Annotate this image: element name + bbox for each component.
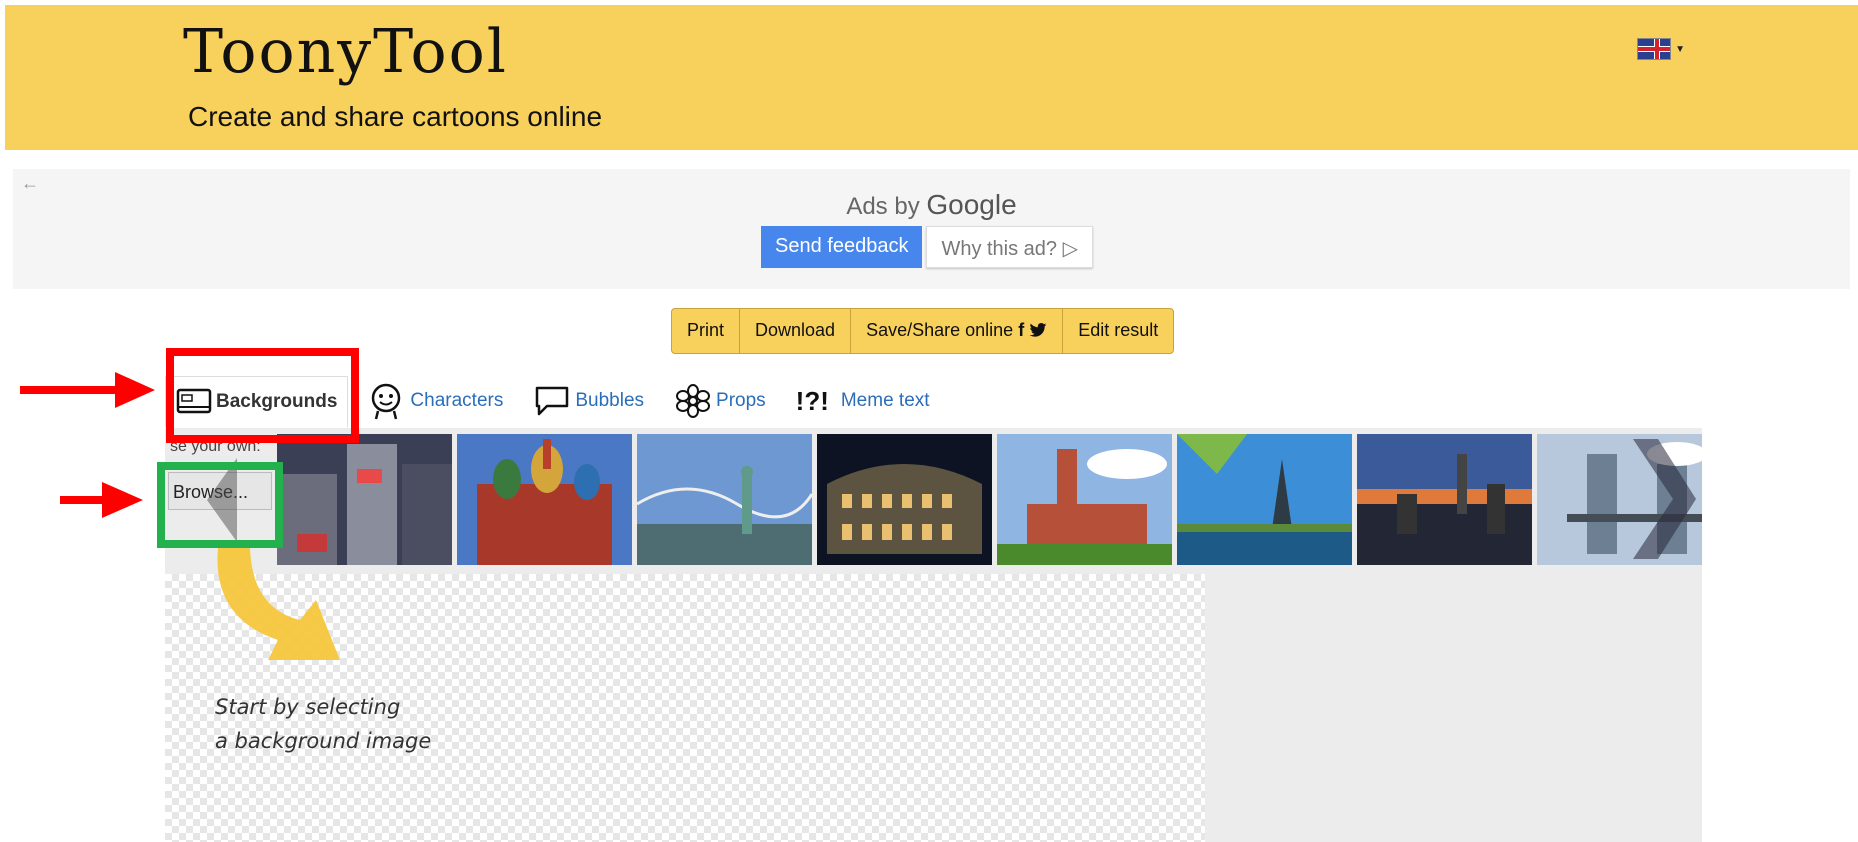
facebook-icon: f	[1018, 320, 1025, 340]
hint-arrow-icon	[217, 548, 340, 660]
flower-icon	[674, 384, 712, 418]
tab-props-label: Props	[716, 390, 766, 411]
tab-characters[interactable]: Characters	[366, 381, 503, 421]
annotation-green-highlight	[157, 462, 283, 548]
exclamation-icon: !?!	[795, 385, 829, 416]
why-this-ad-button[interactable]: Why this ad? ▷	[926, 226, 1093, 268]
play-icon: ▷	[1062, 238, 1078, 260]
hint-line-2: a background image	[215, 729, 432, 753]
background-thumbnail[interactable]	[637, 434, 812, 565]
tab-characters-label: Characters	[410, 390, 504, 411]
background-thumbnail[interactable]	[457, 434, 632, 565]
header-bar: ToonyTool Create and share cartoons onli…	[5, 5, 1858, 150]
tab-props[interactable]: Props	[674, 384, 766, 418]
annotation-arrow-icon	[60, 482, 143, 518]
chevron-down-icon: ▼	[1675, 43, 1685, 55]
background-thumbnail[interactable]	[997, 434, 1172, 565]
background-thumbnail[interactable]	[277, 434, 452, 565]
tab-meme-text-label: Meme text	[840, 390, 930, 411]
social-icons: f	[1018, 320, 1047, 340]
edit-result-button[interactable]: Edit result	[1063, 309, 1173, 353]
why-this-ad-label: Why this ad?	[941, 238, 1058, 260]
save-share-label: Save/Share online	[866, 320, 1014, 340]
background-strip: se your own: Browse...	[165, 428, 1702, 574]
tab-bubbles[interactable]: Bubbles	[533, 384, 644, 418]
print-button[interactable]: Print	[672, 309, 741, 353]
send-feedback-button[interactable]: Send feedback	[761, 226, 923, 268]
twitter-icon	[1029, 323, 1047, 337]
uk-flag-icon	[1637, 38, 1672, 60]
speech-bubble-icon	[533, 384, 571, 418]
toonytool-logo[interactable]: ToonyTool	[183, 17, 508, 87]
ad-banner: ← Ads by Google Send feedback Why this a…	[13, 169, 1850, 289]
tagline: Create and share cartoons online	[188, 101, 603, 132]
tab-meme-text[interactable]: !?! Meme text	[796, 386, 930, 417]
side-panel	[1205, 574, 1702, 842]
annotation-red-highlight	[166, 348, 359, 443]
strip-next-arrow-icon[interactable]	[1613, 434, 1696, 565]
language-selector[interactable]: ▼	[1637, 38, 1685, 60]
action-toolbar: Print Download Save/Share online f Edit …	[671, 308, 1175, 354]
ads-by-google: Ads by Google	[13, 189, 1850, 221]
start-hint: Start by selecting a background image	[215, 690, 431, 758]
background-thumbnail[interactable]	[1357, 434, 1532, 565]
background-thumbnail[interactable]	[817, 434, 992, 565]
hint-line-1: Start by selecting	[215, 695, 401, 719]
annotation-arrow-icon	[20, 372, 155, 408]
ads-by-brand: Google	[926, 189, 1017, 220]
character-face-icon	[366, 381, 406, 421]
background-thumbnail[interactable]	[1177, 434, 1352, 565]
ads-by-prefix: Ads by	[846, 193, 920, 220]
download-button[interactable]: Download	[740, 309, 852, 353]
tab-bubbles-label: Bubbles	[575, 390, 645, 411]
save-share-button[interactable]: Save/Share online f	[851, 309, 1064, 353]
